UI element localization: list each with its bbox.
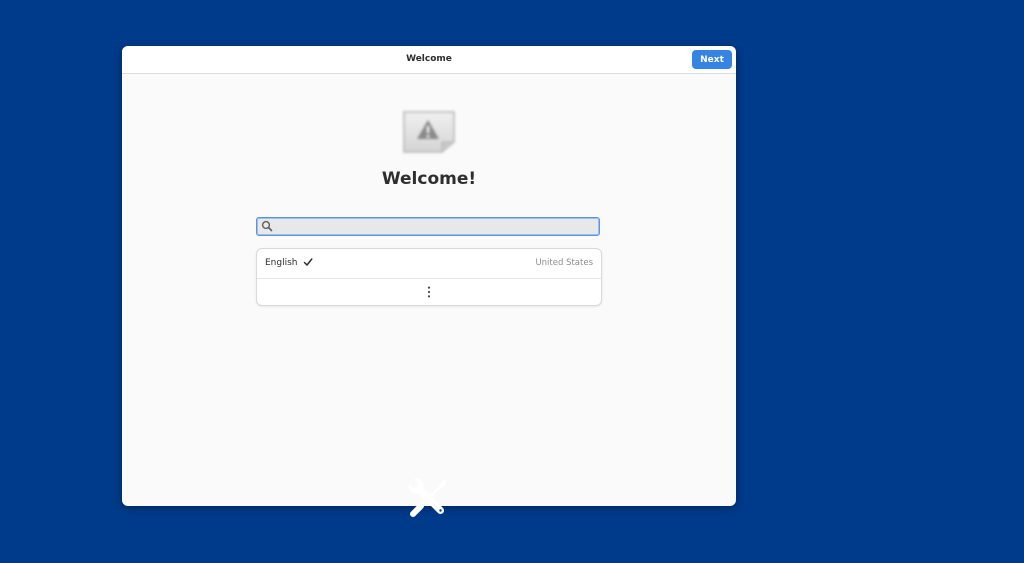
search-icon: [261, 220, 273, 232]
next-button[interactable]: Next: [692, 50, 732, 69]
language-search-box[interactable]: [256, 217, 600, 236]
vertical-ellipsis-icon: [427, 286, 431, 298]
check-icon: [303, 258, 313, 266]
welcome-window: Welcome Next Welcome! English United Sta…: [122, 46, 736, 506]
search-input[interactable]: [277, 218, 593, 235]
wrench-screwdriver-icon: [408, 478, 447, 517]
window-title: Welcome: [406, 54, 452, 64]
desktop: Welcome Next Welcome! English United Sta…: [0, 0, 1024, 563]
welcome-heading: Welcome!: [381, 169, 477, 189]
language-list: English United States: [256, 248, 602, 306]
missing-image-icon: [403, 111, 455, 153]
header-bar: Welcome Next: [122, 46, 736, 74]
more-languages-row[interactable]: [257, 279, 601, 305]
language-row-english[interactable]: English United States: [257, 249, 601, 279]
language-name: English: [265, 258, 298, 268]
language-region: United States: [535, 258, 593, 268]
